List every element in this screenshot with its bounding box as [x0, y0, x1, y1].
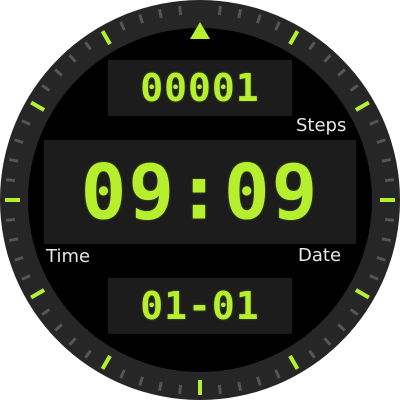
minute-tick — [237, 8, 243, 19]
date-label: Date — [298, 245, 342, 266]
minute-tick — [381, 157, 392, 163]
minute-tick — [5, 178, 16, 183]
minute-tick — [384, 178, 395, 183]
date-value: 01-01 — [140, 284, 260, 328]
steps-label: Steps — [296, 115, 347, 136]
time-display: 09:09 — [44, 140, 356, 244]
minute-tick — [8, 157, 19, 163]
minute-tick — [157, 381, 163, 392]
minute-tick — [217, 5, 222, 16]
time-label: Time — [46, 246, 91, 267]
minute-tick — [8, 237, 19, 243]
time-value: 09:09 — [80, 147, 320, 237]
minute-tick — [384, 217, 395, 222]
minute-tick — [178, 384, 183, 395]
steps-counter-value: 00001 — [140, 66, 260, 110]
minute-tick — [5, 217, 16, 222]
minute-tick — [217, 384, 222, 395]
date-display: 01-01 — [108, 278, 292, 334]
minute-tick — [237, 381, 243, 392]
minute-tick — [381, 237, 392, 243]
minute-tick — [178, 5, 183, 16]
steps-display: 00001 — [108, 60, 292, 116]
minute-tick — [157, 8, 163, 19]
